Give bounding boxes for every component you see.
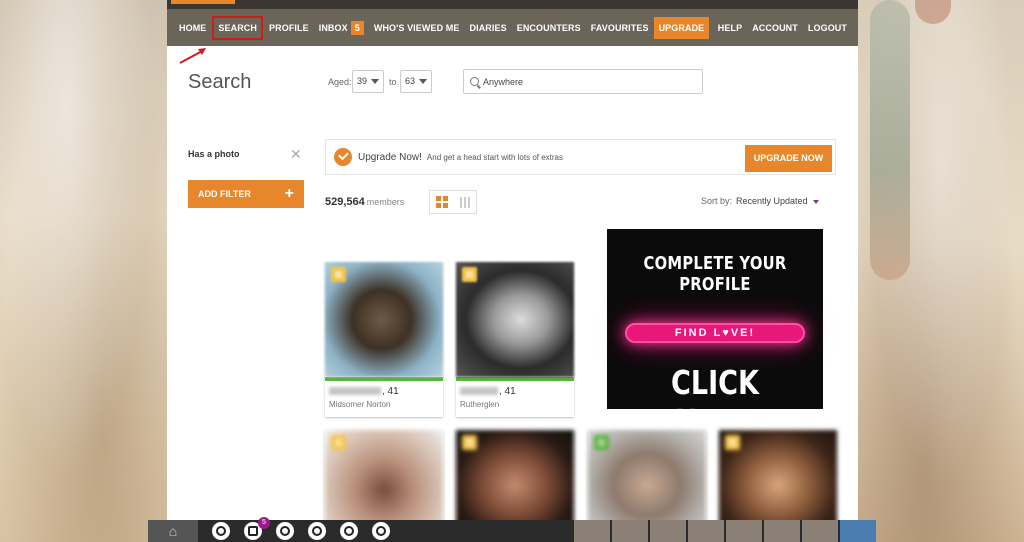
online-indicator	[456, 377, 574, 381]
profile-photo	[325, 262, 443, 377]
red-arrow-annotation	[179, 48, 206, 64]
profile-card[interactable]	[325, 430, 443, 530]
profile-age: , 41	[382, 386, 399, 397]
grid-view-button[interactable]	[430, 191, 453, 213]
grid-icon	[435, 196, 448, 208]
nav-search[interactable]: SEARCH	[212, 15, 264, 40]
profile-card[interactable]: , 41 Midsomer Norton	[325, 262, 443, 417]
heart-icon[interactable]	[308, 522, 326, 540]
upgrade-banner: Upgrade Now! And get a head start with l…	[325, 139, 836, 175]
upgrade-text: And get a head start with lots of extras	[426, 152, 563, 162]
message-count-badge: 5	[258, 517, 270, 529]
profile-photo	[588, 430, 706, 530]
member-count-label: members	[366, 197, 405, 207]
profile-photo	[719, 430, 837, 530]
profile-location: Midsomer Norton	[329, 400, 391, 409]
smile-icon[interactable]	[276, 522, 294, 540]
sort-value: Recently Updated	[736, 196, 808, 206]
view-toggle	[429, 190, 477, 214]
profile-age: , 41	[499, 386, 516, 397]
location-input[interactable]: Anywhere	[463, 69, 703, 94]
page-title: Search	[188, 71, 252, 93]
ad-find-love-pill: FIND L♥VE!	[625, 323, 805, 343]
featured-star-icon	[462, 435, 477, 450]
nav-inbox-label: INBOX	[318, 22, 348, 33]
nav-upgrade[interactable]: UPGRADE	[653, 16, 710, 39]
nav-favourites[interactable]: FAVOURITES	[586, 17, 654, 39]
list-icon	[459, 196, 470, 208]
ad-headline: COMPLETE YOUR PROFILE	[643, 253, 787, 295]
mail-icon[interactable]: 5	[244, 517, 270, 540]
blurred-username	[460, 387, 498, 396]
featured-star-icon	[725, 435, 740, 450]
add-filter-button[interactable]: ADD FILTER +	[188, 180, 304, 208]
strip-accent	[171, 0, 235, 4]
background-left	[0, 0, 168, 542]
nav-home[interactable]: HOME	[174, 17, 211, 39]
age-min-value: 39	[357, 76, 368, 86]
check-circle-icon	[334, 148, 352, 166]
featured-star-icon	[462, 267, 477, 282]
online-indicator	[325, 377, 443, 381]
nav-diaries[interactable]: DIARIES	[465, 17, 512, 39]
inbox-count-badge: 5	[350, 20, 364, 35]
main-navbar: HOME SEARCH PROFILE INBOX 5 WHO'S VIEWED …	[167, 9, 858, 46]
complete-profile-ad[interactable]: COMPLETE YOUR PROFILE FIND L♥VE! CLICK H…	[607, 229, 823, 441]
search-panel: Search Aged: 39 to 63 Anywhere Has a pho…	[167, 46, 858, 530]
profile-card[interactable]	[719, 430, 837, 530]
nav-profile[interactable]: PROFILE	[264, 17, 314, 39]
nav-right-group: HELP ACCOUNT LOGOUT	[713, 17, 852, 39]
background-legs	[870, 0, 910, 280]
list-view-button[interactable]	[453, 191, 476, 213]
member-count: 529,564 members	[325, 196, 404, 208]
member-count-value: 529,564	[325, 196, 365, 208]
profile-photo	[456, 262, 574, 377]
profile-photo	[456, 430, 574, 530]
featured-star-icon	[331, 435, 346, 450]
featured-star-icon	[594, 435, 609, 450]
to-label: to	[389, 77, 397, 87]
bottom-toolbar: ⌂ 5	[148, 517, 876, 542]
profile-card[interactable]	[456, 430, 574, 530]
featured-star-icon	[331, 267, 346, 282]
profile-card[interactable]	[588, 430, 706, 530]
sort-control[interactable]: Sort by: Recently Updated	[701, 196, 819, 206]
chevron-down-icon	[812, 199, 819, 204]
close-icon[interactable]: ✕	[290, 146, 302, 163]
nav-account[interactable]: ACCOUNT	[747, 17, 803, 39]
aged-label: Aged:	[328, 77, 352, 87]
upgrade-title: Upgrade Now!	[358, 151, 422, 163]
search-icon[interactable]	[212, 522, 230, 540]
blurred-username	[329, 387, 381, 396]
upgrade-now-button[interactable]: UPGRADE NOW	[745, 145, 832, 172]
chevron-down-icon	[419, 79, 428, 85]
online-members-strip[interactable]	[572, 520, 876, 542]
profile-name: , 41	[460, 386, 574, 397]
location-value: Anywhere	[483, 76, 524, 87]
age-max-select[interactable]: 63	[400, 70, 433, 93]
eye-icon[interactable]	[340, 522, 358, 540]
nav-encounters[interactable]: ENCOUNTERS	[512, 17, 586, 39]
home-icon[interactable]: ⌂	[148, 520, 198, 542]
profile-name: , 41	[329, 386, 443, 397]
profile-thumb-strip	[167, 0, 858, 9]
profile-card[interactable]: , 41 Rutherglen	[456, 262, 574, 417]
age-min-select[interactable]: 39	[352, 70, 385, 93]
profile-photo	[325, 430, 443, 530]
search-icon	[470, 77, 479, 86]
plus-icon: +	[284, 185, 294, 202]
chat-icon[interactable]	[372, 522, 390, 540]
nav-whos-viewed-me[interactable]: WHO'S VIEWED ME	[369, 17, 465, 39]
add-filter-label: ADD FILTER	[198, 189, 251, 199]
profile-location: Rutherglen	[460, 400, 500, 409]
nav-help[interactable]: HELP	[713, 17, 747, 39]
age-max-value: 63	[405, 76, 416, 86]
nav-inbox[interactable]: INBOX 5	[314, 17, 369, 39]
nav-logout[interactable]: LOGOUT	[803, 17, 852, 39]
sort-label: Sort by:	[701, 196, 733, 206]
chevron-down-icon	[371, 79, 380, 85]
has-photo-filter: Has a photo	[188, 149, 240, 159]
